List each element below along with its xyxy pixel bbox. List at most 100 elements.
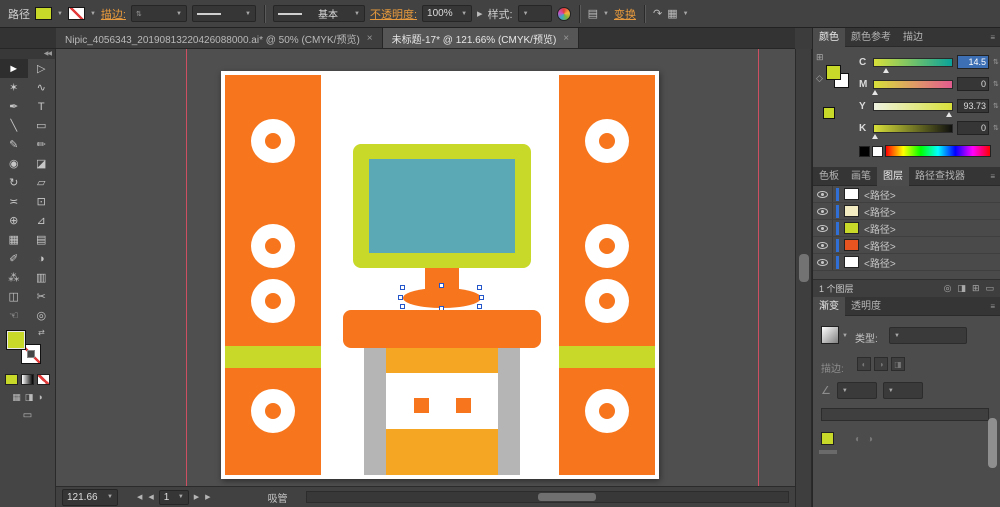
gradient-slider-bar[interactable]: [821, 408, 989, 421]
gradient-button[interactable]: [21, 374, 34, 385]
tab-layers[interactable]: 图层: [877, 166, 909, 186]
horizontal-scrollbar[interactable]: [305, 491, 789, 503]
stroke-across-icon[interactable]: ◨: [891, 357, 905, 371]
black-value-field[interactable]: 0: [957, 121, 989, 135]
speaker-cone[interactable]: [251, 119, 295, 163]
drawer-knob[interactable]: [456, 398, 471, 413]
zoom-combo[interactable]: 121.66 ▼: [62, 488, 118, 506]
speaker-cone[interactable]: [585, 389, 629, 433]
stroke-color-swatch[interactable]: [67, 7, 85, 20]
close-icon[interactable]: ×: [367, 33, 373, 44]
layer-name[interactable]: <路径>: [864, 221, 896, 236]
style-dropdown-icon[interactable]: ▼: [523, 11, 529, 17]
selection-tool[interactable]: ►: [0, 59, 28, 78]
fill-proxy-mini[interactable]: [826, 65, 841, 80]
visibility-toggle[interactable]: [813, 254, 833, 270]
pencil-tool[interactable]: ✏: [28, 135, 56, 154]
tab-color[interactable]: 颜色: [813, 27, 845, 47]
make-mask-icon[interactable]: ◨: [957, 283, 966, 294]
color-button[interactable]: [5, 374, 18, 385]
fill-color-swatch[interactable]: [35, 7, 52, 20]
selection-anchor[interactable]: [400, 304, 405, 309]
draw-normal-icon[interactable]: ▦: [12, 392, 21, 403]
tab-pathfinder[interactable]: 路径查找器: [909, 167, 971, 186]
selection-anchor[interactable]: [439, 283, 444, 288]
first-artboard-button[interactable]: ◀: [136, 493, 143, 501]
guide-line-left[interactable]: [186, 49, 187, 486]
vertical-scrollbar-thumb[interactable]: [799, 254, 809, 282]
spinner-icon[interactable]: ⇅: [993, 58, 999, 66]
drawer-top[interactable]: [386, 348, 498, 373]
spinner-icon[interactable]: ⇅: [993, 102, 999, 110]
visibility-toggle[interactable]: [813, 186, 833, 202]
speaker-cone[interactable]: [585, 279, 629, 323]
desk-leg-left[interactable]: [364, 348, 386, 475]
width-profile-combo[interactable]: ▼: [191, 5, 256, 22]
width-profile-dropdown-icon[interactable]: ▼: [245, 11, 251, 17]
speaker-stripe[interactable]: [225, 346, 321, 368]
line-segment-tool[interactable]: ╲: [0, 116, 28, 135]
direct-selection-tool[interactable]: ▷: [28, 59, 56, 78]
panel-menu-icon[interactable]: ≡: [990, 33, 1000, 42]
tab-gradient[interactable]: 渐变: [813, 296, 845, 316]
toolbar-collapse-icon[interactable]: ◀◀: [0, 49, 55, 59]
cyan-slider[interactable]: [873, 57, 953, 73]
visibility-toggle[interactable]: [813, 203, 833, 219]
artboard-dropdown-icon[interactable]: ▼: [178, 494, 184, 500]
spinner-icon[interactable]: ⇅: [993, 124, 999, 132]
drawer-knob[interactable]: [414, 398, 429, 413]
magic-wand-tool[interactable]: ✶: [0, 78, 28, 97]
tab-stroke-panel[interactable]: 描边: [897, 28, 929, 47]
drawer-bottom[interactable]: [386, 429, 498, 475]
horizontal-scrollbar-thumb[interactable]: [537, 493, 596, 501]
tab-transparency[interactable]: 透明度: [845, 297, 887, 316]
lasso-tool[interactable]: ∿: [28, 78, 56, 97]
cyan-value-field[interactable]: 14.5: [957, 55, 989, 69]
speaker-left[interactable]: [225, 75, 321, 475]
perspective-grid-tool[interactable]: ⊿: [28, 211, 56, 230]
panel-menu-icon[interactable]: ≡: [990, 302, 1000, 311]
opacity-more-icon[interactable]: ▸: [477, 7, 483, 20]
layer-name[interactable]: <路径>: [864, 187, 896, 202]
angle-dropdown-icon[interactable]: ▼: [842, 388, 848, 394]
workspace-icon[interactable]: ▦: [667, 7, 677, 20]
zoom-tool[interactable]: ◎: [28, 306, 56, 325]
opacity-circle-icon[interactable]: ◐: [855, 434, 861, 445]
monitor-screen[interactable]: [369, 159, 515, 253]
locate-object-icon[interactable]: ◎: [944, 283, 952, 294]
scale-tool[interactable]: ▱: [28, 173, 56, 192]
layer-row[interactable]: <路径>: [813, 237, 1000, 254]
selection-anchor[interactable]: [479, 295, 484, 300]
magenta-value-field[interactable]: 0: [957, 77, 989, 91]
gradient-thumbnail-dropdown-icon[interactable]: ▼: [842, 333, 848, 339]
magenta-slider[interactable]: [872, 79, 953, 95]
visibility-toggle[interactable]: [813, 237, 833, 253]
drawer-front[interactable]: [386, 373, 498, 429]
gradient-type-dropdown-icon[interactable]: ▼: [894, 333, 900, 339]
visibility-toggle[interactable]: [813, 220, 833, 236]
type-tool[interactable]: T: [28, 97, 56, 116]
shape-builder-tool[interactable]: ⊕: [0, 211, 28, 230]
gradient-thumbnail[interactable]: [821, 326, 839, 344]
aspect-field[interactable]: ▼: [882, 382, 923, 399]
document-tab-1[interactable]: Nipic_4056343_20190813220426088000.ai* @…: [56, 28, 383, 48]
next-artboard-button[interactable]: ▶: [193, 493, 200, 501]
stroke-along-icon[interactable]: ◑: [874, 357, 888, 371]
canvas[interactable]: [56, 49, 795, 486]
draw-behind-icon[interactable]: ◨: [25, 392, 34, 403]
screen-mode-icon[interactable]: ▭: [0, 410, 55, 421]
style-combo[interactable]: ▼: [517, 5, 552, 22]
stroke-weight-combo[interactable]: ⇅ ▼: [130, 5, 187, 22]
hand-tool[interactable]: ☜: [0, 306, 28, 325]
draw-inside-icon[interactable]: ◑: [37, 392, 42, 403]
gradient-stop-slider[interactable]: [819, 450, 837, 454]
layer-row[interactable]: <路径>: [813, 203, 1000, 220]
opacity-dropdown-icon[interactable]: ▼: [461, 11, 467, 17]
mesh-tool[interactable]: ▦: [0, 230, 28, 249]
eyedropper-tool[interactable]: ✐: [0, 249, 28, 268]
speaker-cone[interactable]: [585, 119, 629, 163]
align-icon[interactable]: ▤: [588, 7, 598, 20]
dock-scrollbar-thumb[interactable]: [988, 418, 997, 468]
panel-menu-icon[interactable]: ≡: [990, 172, 1000, 181]
speaker-cone[interactable]: [251, 389, 295, 433]
